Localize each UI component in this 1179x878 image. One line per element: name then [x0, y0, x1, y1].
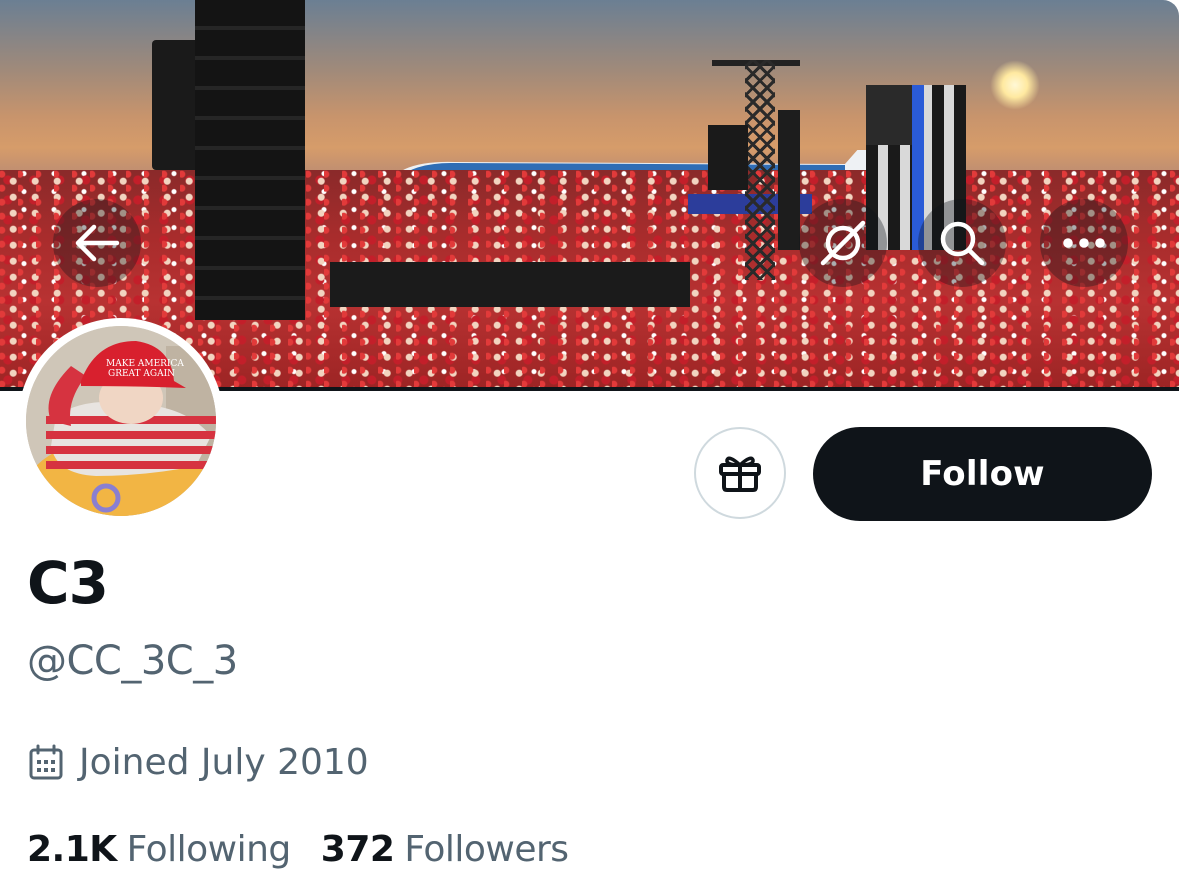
- avatar[interactable]: MAKE AMERICA GREAT AGAIN: [18, 318, 224, 524]
- follow-button[interactable]: Follow: [813, 427, 1152, 521]
- banner-sun-glow: [990, 60, 1040, 110]
- banner-speaker-stack: [195, 0, 305, 320]
- avatar-photo: MAKE AMERICA GREAT AGAIN: [26, 326, 216, 516]
- gift-icon: [719, 456, 761, 492]
- grok-button[interactable]: [799, 199, 887, 287]
- banner-truss-tower: [745, 60, 775, 280]
- back-button[interactable]: [53, 199, 141, 287]
- calendar-icon: [29, 744, 63, 780]
- following-label: Following: [126, 829, 292, 870]
- banner-speaker: [708, 125, 748, 190]
- profile-page: MAKE AMERICA GREAT AGAIN Follow C3 @CC_3…: [0, 0, 1179, 878]
- follow-stats: 2.1K Following 372 Followers: [27, 832, 569, 868]
- user-handle: @CC_3C_3: [27, 638, 238, 684]
- banner-speaker: [778, 110, 800, 250]
- profile-banner[interactable]: [0, 0, 1179, 389]
- banner-stage: [330, 262, 690, 307]
- following-link[interactable]: 2.1K Following: [27, 832, 291, 868]
- arrow-left-icon: [75, 224, 120, 262]
- more-horizontal-icon: [1063, 238, 1105, 248]
- search-button[interactable]: [918, 199, 1006, 287]
- followers-label: Followers: [404, 829, 569, 870]
- banner-flag-canton: [866, 85, 912, 145]
- more-button[interactable]: [1040, 199, 1128, 287]
- join-date: Joined July 2010: [27, 744, 369, 782]
- gift-button[interactable]: [694, 427, 786, 519]
- grok-icon: [820, 220, 866, 266]
- avatar-illustration: MAKE AMERICA GREAT AGAIN: [26, 326, 216, 516]
- followers-link[interactable]: 372 Followers: [321, 832, 569, 868]
- followers-count: 372: [320, 829, 395, 870]
- svg-text:GREAT AGAIN: GREAT AGAIN: [108, 369, 175, 379]
- svg-text:MAKE AMERICA: MAKE AMERICA: [106, 359, 184, 369]
- display-name: C3: [27, 549, 109, 617]
- join-date-text: Joined July 2010: [79, 742, 369, 783]
- search-icon: [940, 221, 985, 266]
- following-count: 2.1K: [27, 829, 117, 870]
